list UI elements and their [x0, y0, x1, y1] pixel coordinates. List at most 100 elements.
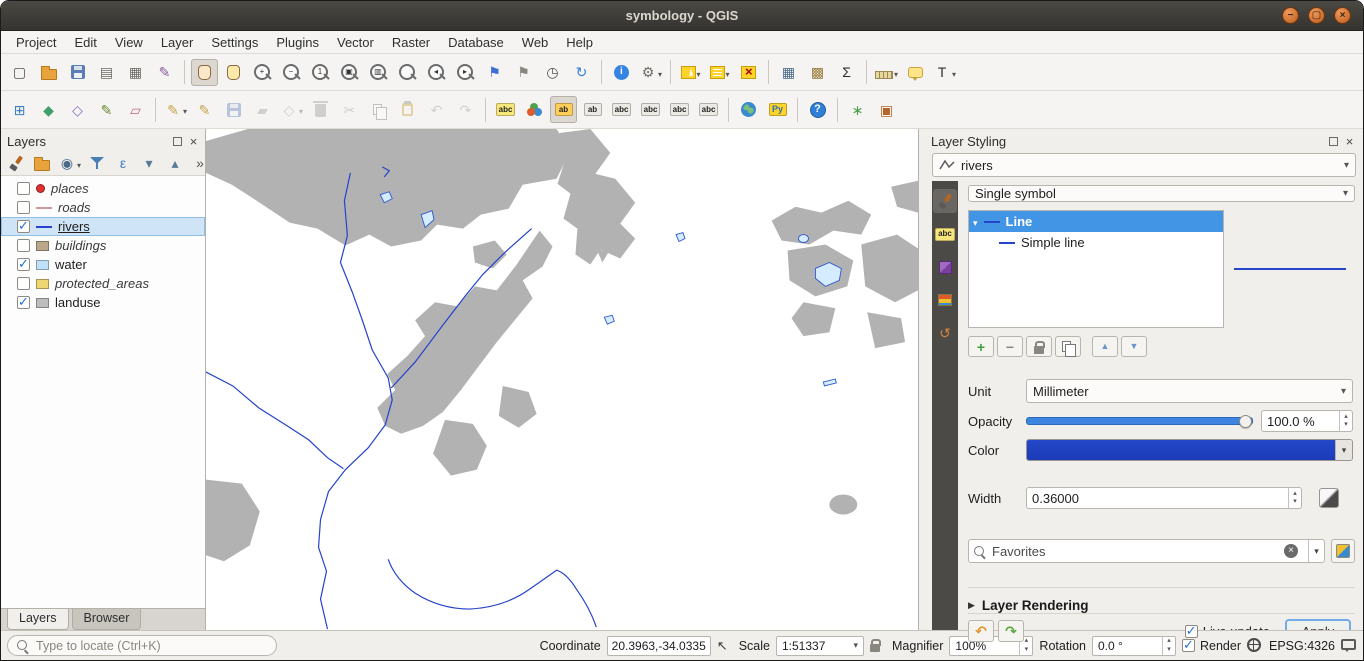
map-tips-button[interactable] [902, 59, 929, 86]
unit-select[interactable]: Millimeter [1026, 379, 1353, 403]
current-edits-button[interactable]: ✎ [162, 96, 189, 123]
rotate-label-button[interactable]: abc [666, 96, 693, 123]
pan-to-selection-button[interactable] [220, 59, 247, 86]
new-shapefile-layer-button[interactable]: ◇ [64, 96, 91, 123]
menu-database[interactable]: Database [439, 33, 513, 52]
data-defined-override-button[interactable] [1319, 488, 1339, 508]
style-manager-button[interactable] [1331, 539, 1355, 563]
project-new-button[interactable]: ▢ [6, 59, 33, 86]
menu-view[interactable]: View [106, 33, 152, 52]
scale-lock-icon[interactable] [870, 644, 880, 652]
highlight-pinned-labels-button[interactable]: abc [608, 96, 635, 123]
zoom-in-button[interactable] [249, 59, 276, 86]
print-layout-new-button[interactable]: ▤ [93, 59, 120, 86]
scale-combobox[interactable]: 1:51337 [776, 636, 864, 656]
deselect-all-button[interactable] [735, 59, 762, 86]
zoom-to-selection-button[interactable] [365, 59, 392, 86]
symbol-type-select[interactable]: Single symbol [968, 185, 1355, 202]
map-canvas[interactable] [206, 129, 919, 630]
manage-map-themes-button[interactable]: ◉ [56, 152, 83, 174]
style-manager-button[interactable]: ✎ [151, 59, 178, 86]
color-dropdown[interactable] [1335, 440, 1352, 460]
rotation-spinbox[interactable]: 0.0 ° [1092, 636, 1176, 656]
select-features-button[interactable] [677, 59, 704, 86]
add-group-button[interactable] [30, 152, 54, 174]
change-label-button[interactable]: abc [695, 96, 722, 123]
toggle-editing-button[interactable]: ✎ [191, 96, 218, 123]
layer-visibility-checkbox[interactable] [17, 296, 30, 309]
python-console-button[interactable]: Py [764, 96, 791, 123]
measure-line-dropdown[interactable] [893, 65, 898, 80]
zoom-to-layer-button[interactable] [394, 59, 421, 86]
maximize-button[interactable]: ▢ [1308, 7, 1325, 24]
view-3d-tab-button[interactable] [933, 255, 957, 279]
locate-input[interactable] [34, 638, 267, 654]
opacity-slider-handle[interactable] [1239, 415, 1252, 428]
bookmarks-show-button[interactable]: ⚑ [510, 59, 537, 86]
extents-toggle-icon[interactable] [717, 638, 733, 654]
titlebar[interactable]: symbology - QGIS −▢× [1, 1, 1363, 31]
text-annotation-dropdown[interactable] [951, 65, 956, 80]
layer-diagram-button[interactable] [521, 96, 548, 123]
layer-visibility-checkbox[interactable] [17, 258, 30, 271]
layer-visibility-checkbox[interactable] [17, 201, 30, 214]
manage-map-themes-dropdown[interactable] [76, 156, 81, 171]
collapse-all-button[interactable]: ▴ [163, 152, 187, 174]
field-calculator-button[interactable]: ▩ [804, 59, 831, 86]
close-panel-icon[interactable] [1344, 136, 1355, 147]
symbology-tab-button[interactable] [933, 189, 957, 213]
label-toolbar-button[interactable]: ab [550, 96, 577, 123]
bookmark-new-button[interactable]: ⚑ [481, 59, 508, 86]
symbol-tree-item-simple-line[interactable]: Simple line [969, 232, 1223, 253]
layer-labeling-button[interactable]: abc [492, 96, 519, 123]
metasearch-button[interactable] [735, 96, 762, 123]
layer-rendering-section[interactable]: Layer Rendering [968, 587, 1355, 613]
diagrams-tab-button[interactable] [933, 288, 957, 312]
labels-tab-button[interactable]: abc [933, 222, 957, 246]
width-spinbox[interactable]: 0.36000 [1026, 487, 1302, 509]
crs-icon[interactable] [1247, 638, 1261, 652]
zoom-last-button[interactable] [423, 59, 450, 86]
zoom-out-button[interactable] [278, 59, 305, 86]
expand-all-button[interactable]: ▾ [137, 152, 161, 174]
new-virtual-layer-button[interactable]: ▱ [122, 96, 149, 123]
move-label-button[interactable]: abc [637, 96, 664, 123]
layer-visibility-checkbox[interactable] [17, 220, 30, 233]
open-layer-styling-button[interactable] [4, 152, 28, 174]
symbol-search-box[interactable]: Favorites [968, 539, 1325, 563]
menu-vector[interactable]: Vector [328, 33, 383, 52]
history-tab-button[interactable]: ↺ [933, 321, 957, 345]
grass-tools-button[interactable]: ▣ [873, 96, 900, 123]
color-button[interactable] [1026, 439, 1353, 461]
style-redo-button[interactable]: ↷ [998, 620, 1024, 642]
new-spatialite-layer-button[interactable]: ✎ [93, 96, 120, 123]
messages-icon[interactable] [1341, 639, 1356, 650]
pan-map-button[interactable] [191, 59, 218, 86]
layer-item-roads[interactable]: roads [1, 198, 205, 217]
clear-search-icon[interactable] [1284, 544, 1298, 558]
text-annotation-button[interactable]: T [931, 59, 958, 86]
zoom-next-button[interactable] [452, 59, 479, 86]
current-edits-dropdown[interactable] [182, 102, 187, 117]
close-panel-icon[interactable] [188, 136, 199, 147]
minimize-button[interactable]: − [1282, 7, 1299, 24]
identify-features-button[interactable] [608, 59, 635, 86]
layer-item-water[interactable]: water [1, 255, 205, 274]
menu-web[interactable]: Web [513, 33, 558, 52]
add-geopackage-layer-button[interactable]: ◆ [35, 96, 62, 123]
help-contents-button[interactable]: ? [804, 96, 831, 123]
checkbox-icon[interactable] [1182, 639, 1195, 652]
float-panel-icon[interactable] [1329, 137, 1338, 146]
vertex-tool-dropdown[interactable] [298, 102, 303, 117]
duplicate-symbol-layer-button[interactable] [1055, 336, 1081, 357]
style-undo-button[interactable]: ↶ [968, 620, 994, 642]
menu-plugins[interactable]: Plugins [267, 33, 328, 52]
layout-manager-button[interactable]: ▦ [122, 59, 149, 86]
map-refresh-button[interactable]: ↻ [568, 59, 595, 86]
zoom-native-button[interactable] [307, 59, 334, 86]
layer-visibility-checkbox[interactable] [17, 239, 30, 252]
menu-edit[interactable]: Edit [65, 33, 105, 52]
feature-actions-dropdown[interactable] [657, 65, 662, 80]
locate-bar[interactable] [7, 635, 277, 656]
color-swatch[interactable] [1027, 440, 1335, 460]
